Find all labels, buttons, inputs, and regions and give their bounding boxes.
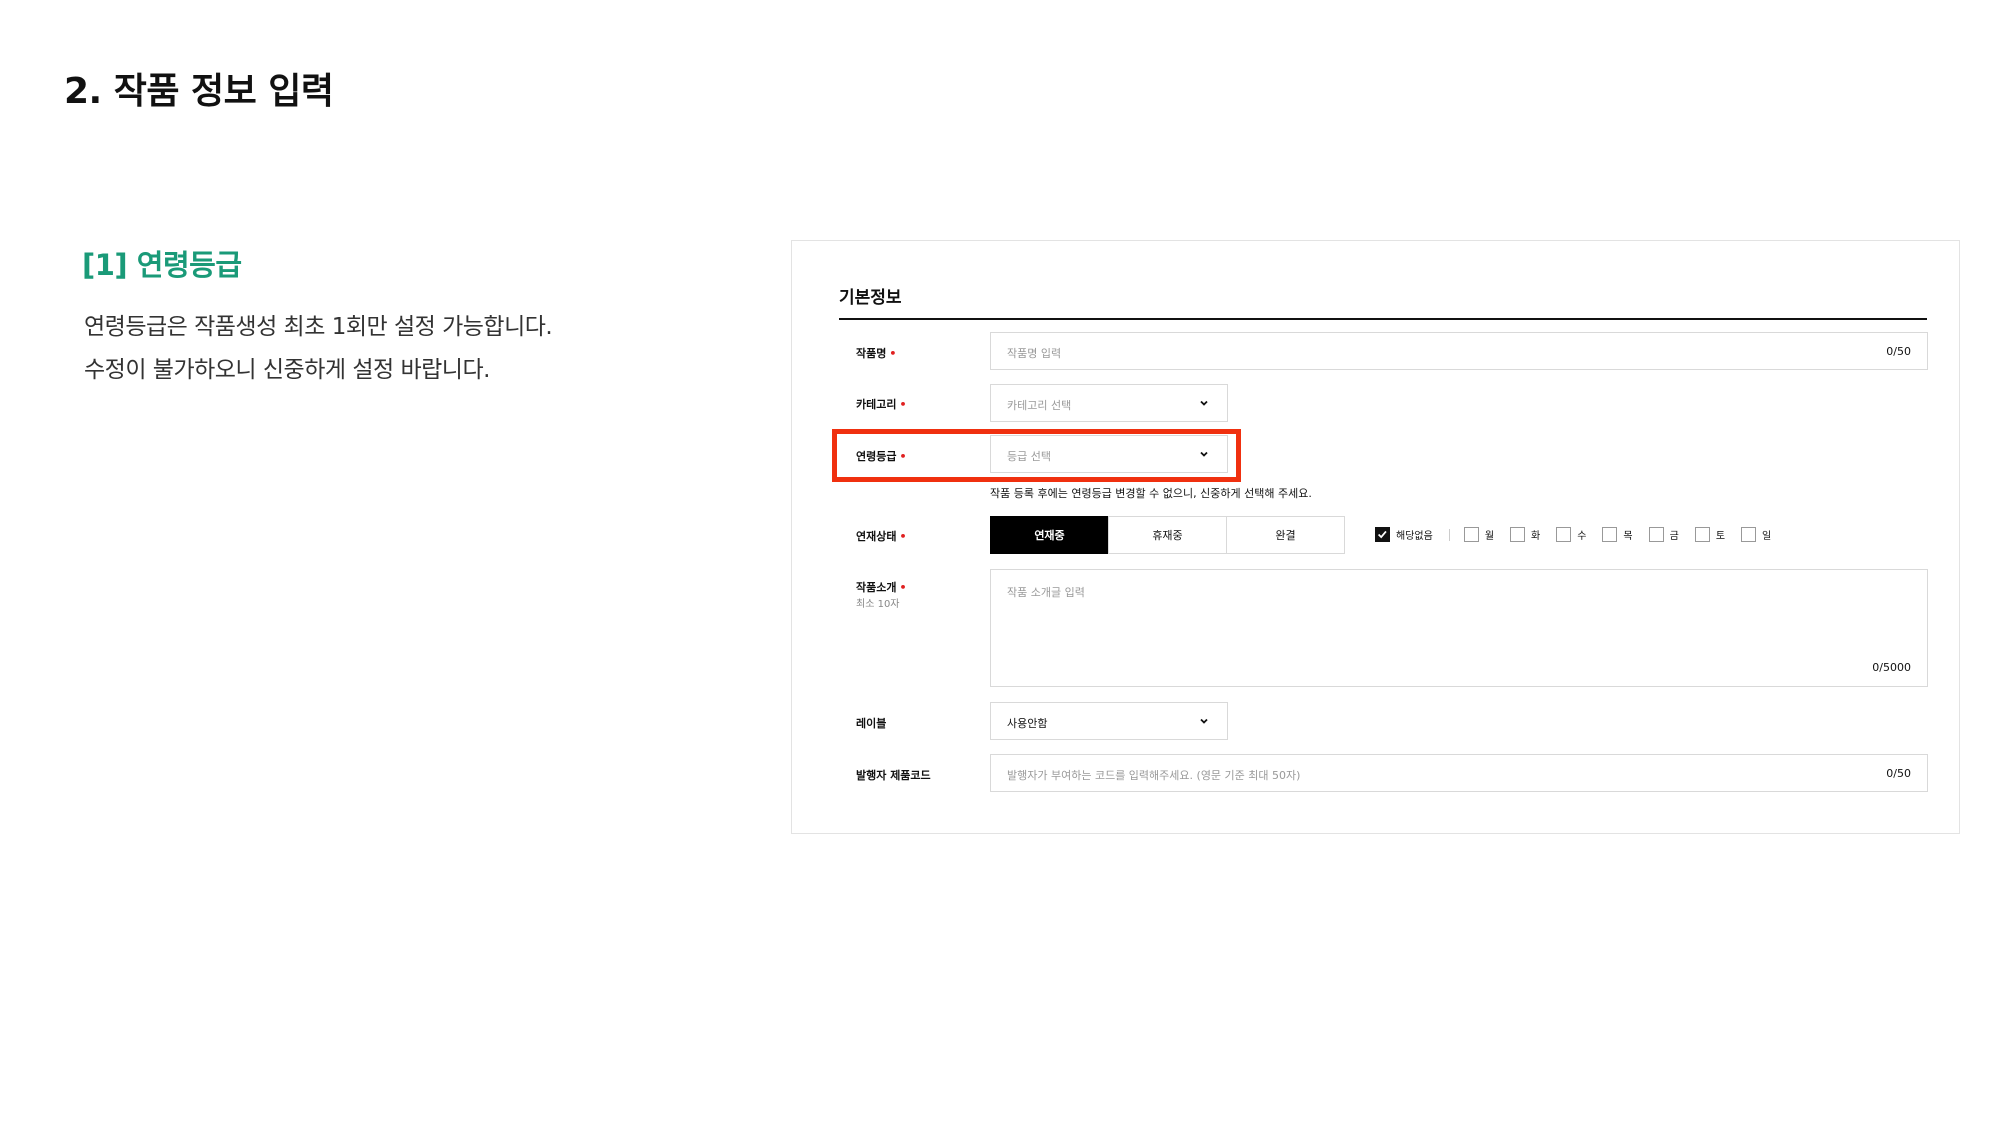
days-divider [1448, 528, 1450, 541]
serial-days-group: 해당없음 월 화 수 목 금 토 일 [1375, 527, 1787, 542]
card-title: 기본정보 [839, 288, 902, 308]
serial-status-option-completed[interactable]: 완결 [1226, 516, 1345, 554]
title-input[interactable]: 작품명 입력 0/50 [990, 332, 1928, 370]
day-label-wed: 수 [1577, 531, 1587, 542]
serial-status-label: 연재상태 • [856, 530, 907, 543]
intro-textarea-placeholder: 작품 소개글 입력 [1007, 586, 1085, 599]
day-label-fri: 금 [1669, 531, 1679, 542]
section-description-line: 연령등급은 작품생성 최초 1회만 설정 가능합니다. [84, 314, 553, 340]
title-label: 작품명 • [856, 347, 897, 360]
page-title: 2. 작품 정보 입력 [64, 71, 334, 112]
day-checkbox-mon[interactable] [1463, 527, 1479, 542]
serial-status-option-ongoing[interactable]: 연재중 [990, 516, 1109, 554]
title-input-placeholder: 작품명 입력 [1007, 347, 1062, 360]
required-mark: • [899, 530, 907, 543]
category-select-placeholder: 카테고리 선택 [1007, 399, 1072, 412]
section-description: 연령등급은 작품생성 최초 1회만 설정 가능합니다. 수정이 불가하오니 신중… [84, 306, 553, 392]
intro-label: 작품소개 • [856, 581, 907, 594]
product-code-input[interactable]: 발행자가 부여하는 코드를 입력해주세요. (영문 기준 최대 50자) 0/5… [990, 754, 1928, 792]
serial-status-segmented-control: 연재중 휴재중 완결 [990, 516, 1345, 554]
checkmark-icon [1377, 530, 1387, 539]
age-rating-helper-text: 작품 등록 후에는 연령등급 변경할 수 없으니, 신중하게 선택해 주세요. [990, 487, 1312, 500]
basic-info-card: 기본정보 작품명 • 작품명 입력 0/50 카테고리 • 카테고리 선택 연령등급… [791, 240, 1960, 834]
product-code-placeholder: 발행자가 부여하는 코드를 입력해주세요. (영문 기준 최대 50자) [1007, 769, 1301, 782]
day-checkbox-wed[interactable] [1556, 527, 1572, 542]
required-mark: • [899, 398, 907, 411]
required-mark: • [899, 581, 907, 594]
day-label-sat: 토 [1715, 531, 1726, 542]
day-checkbox-fri[interactable] [1648, 527, 1664, 542]
title-char-count: 0/50 [1886, 345, 1911, 358]
day-checkbox-sun[interactable] [1741, 527, 1757, 542]
label-select[interactable]: 사용안함 [990, 702, 1228, 740]
no-day-label: 해당없음 [1396, 531, 1433, 542]
category-select[interactable]: 카테고리 선택 [990, 384, 1228, 422]
category-label: 카테고리 • [856, 398, 907, 411]
day-checkbox-sat[interactable] [1694, 527, 1710, 542]
serial-status-option-hiatus[interactable]: 휴재중 [1108, 516, 1227, 554]
day-label-mon: 월 [1484, 531, 1495, 542]
day-label-sun: 일 [1762, 531, 1772, 542]
required-mark: • [889, 347, 897, 360]
product-code-label: 발행자 제품코드 [856, 769, 931, 782]
section-heading: [1] 연령등급 [82, 248, 242, 282]
day-label-tue: 화 [1531, 531, 1541, 542]
section-description-line: 수정이 불가하오니 신중하게 설정 바랍니다. [84, 357, 490, 383]
age-rating-highlight-box [832, 429, 1241, 482]
intro-char-count: 0/5000 [1872, 661, 1911, 674]
chevron-down-icon [1200, 718, 1208, 724]
card-title-divider [839, 318, 1927, 320]
day-checkbox-tue[interactable] [1510, 527, 1526, 542]
chevron-down-icon [1200, 400, 1208, 406]
no-day-checkbox[interactable] [1375, 527, 1390, 542]
intro-min-length-hint: 최소 10자 [856, 599, 900, 610]
product-code-char-count: 0/50 [1886, 767, 1911, 780]
label-select-value: 사용안함 [1007, 717, 1048, 730]
intro-textarea[interactable]: 작품 소개글 입력 0/5000 [990, 569, 1928, 687]
label-field-label: 레이블 [856, 717, 887, 730]
day-checkbox-thu[interactable] [1602, 527, 1618, 542]
day-label-thu: 목 [1623, 531, 1633, 542]
